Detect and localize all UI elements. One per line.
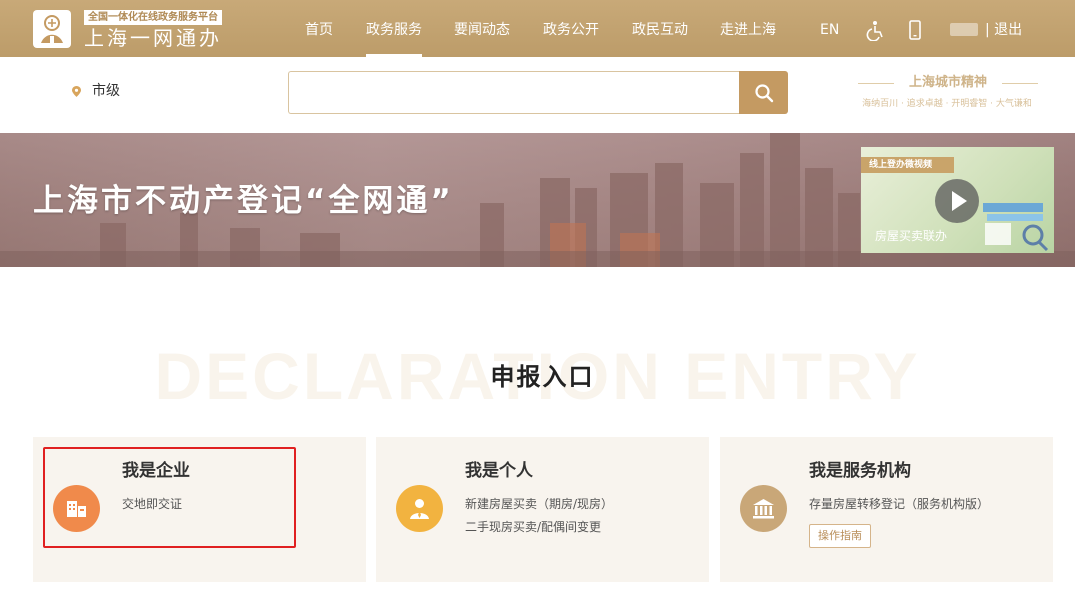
top-nav: 全国一体化在线政务服务平台 上海一网通办 首页 政务服务 要闻动态 政务公开 政… xyxy=(0,0,1075,57)
search-button[interactable] xyxy=(739,71,788,114)
card-link-second-hand[interactable]: 二手现房买卖/配偶间变更 xyxy=(465,519,601,535)
logo-tag: 全国一体化在线政务服务平台 xyxy=(84,10,222,25)
document-search-icon xyxy=(983,203,1049,252)
city-spirit-title: 上海城市精神 xyxy=(858,74,1038,92)
person-icon xyxy=(396,485,443,532)
enterprise-icon xyxy=(53,485,100,532)
guide-button[interactable]: 操作指南 xyxy=(809,524,871,548)
card-title: 我是企业 xyxy=(122,461,190,481)
card-title: 我是个人 xyxy=(465,461,533,481)
logo[interactable] xyxy=(33,10,71,48)
mobile-icon[interactable] xyxy=(904,19,926,41)
search-input[interactable] xyxy=(288,71,740,114)
section-title: 申报入口 xyxy=(490,363,595,391)
nav-interaction[interactable]: 政民互动 xyxy=(632,20,688,40)
video-tag: 线上登办微视频 xyxy=(861,157,955,173)
location-pin-icon xyxy=(72,86,81,97)
lang-switch[interactable]: EN xyxy=(820,20,839,40)
logo-icon xyxy=(41,15,63,43)
video-card[interactable]: 线上登办微视频 房屋买卖联办 xyxy=(861,147,1054,253)
nav-about-shanghai[interactable]: 走进上海 xyxy=(720,20,776,40)
institution-icon xyxy=(740,485,787,532)
city-spirit-subtitle: 海纳百川 · 追求卓越 · 开明睿智 · 大气谦和 xyxy=(862,99,1032,109)
banner-title: 上海市不动产登记“全网通” xyxy=(33,183,454,219)
entry-card-enterprise[interactable]: 我是企业 交地即交证 xyxy=(33,437,366,582)
entry-card-individual[interactable]: 我是个人 新建房屋买卖（期房/现房） 二手现房买卖/配偶间变更 xyxy=(376,437,709,582)
card-title: 我是服务机构 xyxy=(809,461,911,481)
user-name-masked[interactable] xyxy=(950,23,978,36)
nav-news[interactable]: 要闻动态 xyxy=(454,20,510,40)
card-link-transfer[interactable]: 存量房屋转移登记（服务机构版） xyxy=(809,496,989,512)
logo-name: 上海一网通办 xyxy=(84,26,222,50)
nav-gov-services[interactable]: 政务服务 xyxy=(366,20,422,57)
accessibility-icon[interactable] xyxy=(864,19,886,42)
search-icon xyxy=(755,84,774,103)
video-caption: 房屋买卖联办 xyxy=(875,229,948,243)
card-link-new-house[interactable]: 新建房屋买卖（期房/现房） xyxy=(465,496,613,512)
nav-gov-open[interactable]: 政务公开 xyxy=(543,20,599,40)
nav-home[interactable]: 首页 xyxy=(305,20,333,40)
play-icon[interactable] xyxy=(935,179,979,223)
logout-link[interactable]: | 退出 xyxy=(985,20,1022,40)
card-link-land-cert[interactable]: 交地即交证 xyxy=(122,496,182,512)
location-selector[interactable]: 市级 xyxy=(92,82,120,100)
entry-card-agency[interactable]: 我是服务机构 存量房屋转移登记（服务机构版） 操作指南 xyxy=(720,437,1053,582)
